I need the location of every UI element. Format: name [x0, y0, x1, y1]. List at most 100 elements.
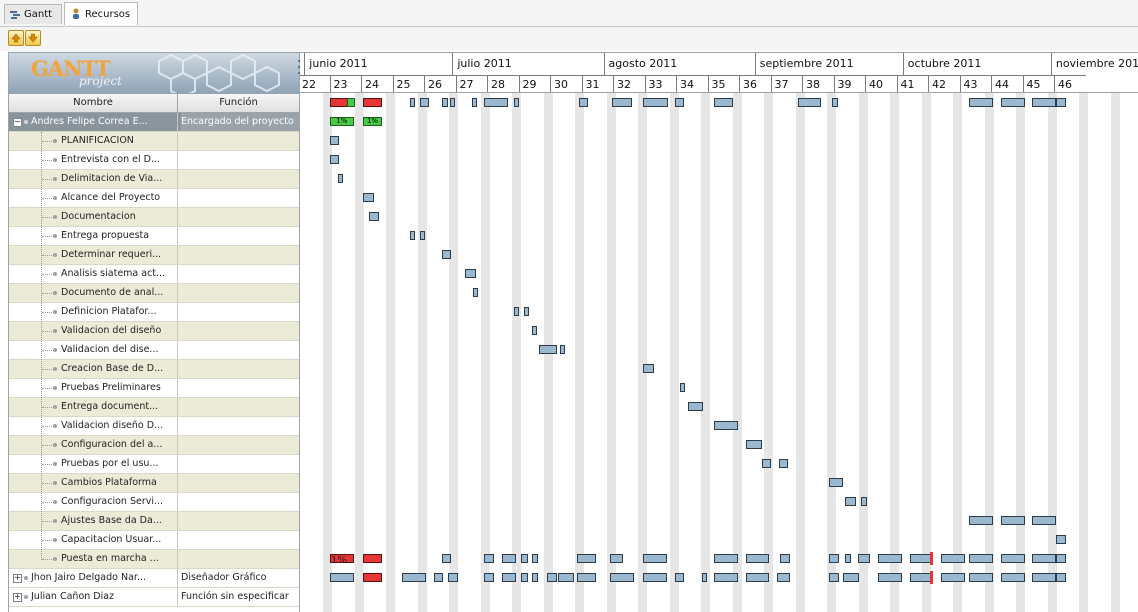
task-row[interactable]: Configuracion Servi...: [9, 493, 299, 512]
load-bar[interactable]: [969, 554, 994, 563]
task-load-bar[interactable]: [441, 250, 452, 259]
task-row[interactable]: Analisis siatema act...: [9, 265, 299, 284]
load-bar[interactable]: [941, 573, 965, 582]
load-bar[interactable]: [484, 573, 494, 582]
load-bar[interactable]: [857, 554, 871, 563]
load-bar[interactable]: [330, 573, 354, 582]
load-bar[interactable]: [829, 554, 839, 563]
load-bar[interactable]: [674, 98, 685, 107]
task-row[interactable]: Ajustes Base da Da...: [9, 512, 299, 531]
task-load-bar[interactable]: [1056, 535, 1066, 544]
task-load-bar[interactable]: [1000, 516, 1025, 525]
task-load-bar[interactable]: [559, 345, 565, 354]
task-row[interactable]: Validacion diseño D...: [9, 417, 299, 436]
task-load-bar[interactable]: [473, 288, 479, 297]
load-bar[interactable]: [832, 98, 839, 107]
task-load-bar[interactable]: [969, 516, 994, 525]
task-row[interactable]: Validacion del diseño: [9, 322, 299, 341]
load-bar[interactable]: [643, 98, 668, 107]
task-load-bar[interactable]: [687, 402, 704, 411]
load-bar[interactable]: [701, 573, 707, 582]
load-bar[interactable]: [449, 98, 456, 107]
resource-row[interactable]: + Jhon Jairo Delgado Nar... Diseñador Gráf…: [9, 569, 299, 588]
load-bar[interactable]: [410, 98, 416, 107]
load-bar[interactable]: [878, 554, 902, 563]
task-load-bar[interactable]: [745, 440, 762, 449]
load-bar[interactable]: [520, 573, 529, 582]
load-percent-label[interactable]: 1%: [363, 117, 382, 126]
arrow-up-icon[interactable]: [8, 30, 24, 46]
task-row[interactable]: Alcance del Proyecto: [9, 189, 299, 208]
task-row[interactable]: Determinar requeri...: [9, 246, 299, 265]
load-bar[interactable]: [1056, 573, 1066, 582]
load-bar[interactable]: [878, 573, 902, 582]
load-bar[interactable]: [419, 98, 430, 107]
load-bar[interactable]: [611, 98, 633, 107]
load-bar[interactable]: [643, 573, 668, 582]
load-bar[interactable]: [471, 98, 477, 107]
task-load-bar[interactable]: [829, 478, 844, 487]
task-load-bar[interactable]: [337, 174, 343, 183]
task-row[interactable]: Documentacion: [9, 208, 299, 227]
task-row[interactable]: Documento de anal...: [9, 284, 299, 303]
task-row[interactable]: Cambios Plataforma: [9, 474, 299, 493]
task-load-bar[interactable]: [330, 136, 340, 145]
task-load-bar[interactable]: [531, 326, 537, 335]
load-bar[interactable]: [577, 554, 597, 563]
task-load-bar[interactable]: [679, 383, 685, 392]
task-load-bar[interactable]: [778, 459, 789, 468]
chart-body[interactable]: 1% 1% 1%: [300, 92, 1138, 612]
load-bar[interactable]: [1032, 573, 1057, 582]
load-bar[interactable]: [843, 573, 860, 582]
load-bar[interactable]: [845, 554, 852, 563]
task-row[interactable]: Validacion del dise...: [9, 341, 299, 360]
task-row[interactable]: PLANIFICACION: [9, 132, 299, 151]
load-bar[interactable]: [610, 554, 623, 563]
load-bar[interactable]: [441, 98, 449, 107]
load-bar[interactable]: [777, 573, 790, 582]
task-load-bar[interactable]: [523, 307, 529, 316]
load-bar[interactable]: [941, 554, 965, 563]
task-load-bar[interactable]: [410, 231, 416, 240]
task-load-bar[interactable]: [1032, 516, 1057, 525]
column-funcion[interactable]: Función: [178, 94, 299, 112]
column-nombre[interactable]: Nombre: [9, 94, 177, 112]
load-bar[interactable]: [1032, 98, 1057, 107]
load-bar[interactable]: [547, 573, 557, 582]
tab-gantt[interactable]: Gantt: [4, 4, 62, 24]
task-row[interactable]: Entrega propuesta: [9, 227, 299, 246]
resource-row[interactable]: + Julian Cañon Diaz Función sin especifica…: [9, 588, 299, 607]
tab-recursos[interactable]: Recursos: [64, 2, 138, 25]
resource-row[interactable]: − Andres Felipe Correa E... Encargado del …: [9, 113, 299, 132]
load-bar[interactable]: [531, 573, 538, 582]
load-bar[interactable]: [520, 554, 529, 563]
load-bar[interactable]: [1000, 554, 1025, 563]
splitter-handle[interactable]: [296, 58, 302, 76]
load-bar[interactable]: [610, 573, 634, 582]
load-bar[interactable]: [714, 554, 738, 563]
load-bar[interactable]: [484, 98, 508, 107]
expand-icon[interactable]: +: [13, 574, 22, 583]
load-bar[interactable]: [441, 554, 452, 563]
load-bar[interactable]: [643, 554, 668, 563]
load-bar[interactable]: [780, 554, 790, 563]
load-bar[interactable]: [578, 98, 589, 107]
overload-bar[interactable]: [363, 554, 382, 563]
load-bar[interactable]: [674, 573, 685, 582]
load-bar[interactable]: [797, 98, 822, 107]
load-bar[interactable]: [829, 573, 839, 582]
task-load-bar[interactable]: [845, 497, 857, 506]
task-row[interactable]: Definicion Platafor...: [9, 303, 299, 322]
load-bar[interactable]: [1032, 554, 1057, 563]
load-bar[interactable]: [1056, 98, 1066, 107]
task-load-bar[interactable]: [761, 459, 771, 468]
underload-bar[interactable]: [347, 98, 356, 107]
load-percent-label[interactable]: 1%: [330, 117, 354, 126]
load-bar[interactable]: [558, 573, 575, 582]
task-row[interactable]: Pruebas Preliminares: [9, 379, 299, 398]
task-load-bar[interactable]: [363, 193, 375, 202]
task-load-bar[interactable]: [714, 421, 738, 430]
load-bar[interactable]: [577, 573, 597, 582]
task-load-bar[interactable]: [369, 212, 379, 221]
collapse-icon[interactable]: −: [13, 118, 22, 127]
